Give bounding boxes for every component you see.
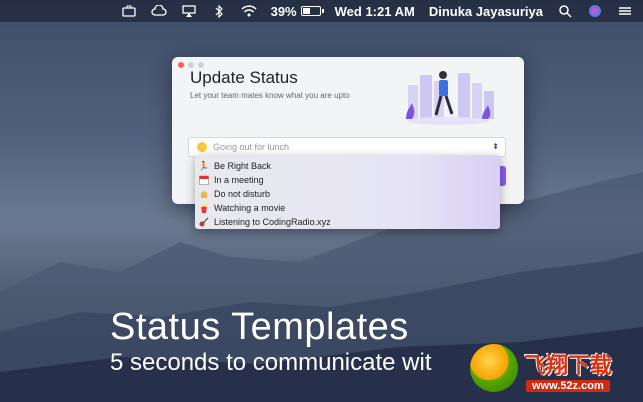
popcorn-icon (198, 203, 210, 213)
dropdown-item-in-a-meeting[interactable]: In a meeting (195, 173, 500, 187)
watermark-brand: 飞翔下载 (524, 354, 613, 379)
bluetooth-icon[interactable] (211, 4, 227, 18)
dropdown-item-label: Do not disturb (214, 189, 271, 199)
dropdown-item-do-not-disturb[interactable]: Do not disturb (195, 187, 500, 201)
select-chevron-icon: ⬍ (492, 142, 499, 151)
hero-subtitle: 5 seconds to communicate wit (110, 349, 432, 376)
airplay-icon[interactable] (181, 4, 197, 18)
briefcase-icon[interactable] (121, 4, 137, 18)
status-template-dropdown: 🏃 Be Right Back In a meeting Do not dist… (195, 155, 500, 229)
battery-indicator[interactable]: 39% (270, 3, 324, 19)
status-select-placeholder: Going out for lunch (213, 142, 290, 152)
watermark-logo-icon (470, 344, 518, 392)
window-subtitle: Let your team mates know what you are up… (190, 91, 350, 100)
status-select[interactable]: Going out for lunch ⬍ (188, 137, 506, 157)
siri-icon[interactable] (587, 4, 603, 18)
dropdown-item-label: Listening to CodingRadio.xyz (214, 217, 331, 227)
close-window-button[interactable] (178, 62, 184, 68)
city-walking-person-illustration (406, 71, 494, 125)
running-person-icon: 🏃 (198, 160, 210, 171)
menu-bar: 39% Wed 1:21 AM Dinuka Jayasuriya (0, 0, 643, 22)
control-center-icon[interactable] (617, 4, 633, 18)
battery-percent: 39% (270, 3, 297, 19)
watermark: 飞翔下载 www.52z.com (470, 344, 640, 400)
dropdown-item-label: In a meeting (214, 175, 264, 185)
menu-clock[interactable]: Wed 1:21 AM (335, 4, 415, 19)
dropdown-item-listening-to-radio[interactable]: Listening to CodingRadio.xyz (195, 215, 500, 229)
calendar-icon (198, 175, 210, 185)
dropdown-item-label: Be Right Back (214, 161, 272, 171)
window-title: Update Status (190, 68, 298, 87)
battery-icon (300, 6, 324, 16)
guitar-icon (198, 217, 210, 227)
creative-cloud-icon[interactable] (151, 4, 167, 18)
search-icon[interactable] (557, 4, 573, 18)
menu-user-name[interactable]: Dinuka Jayasuriya (429, 4, 543, 19)
watermark-url: www.52z.com (526, 380, 610, 392)
hand-icon (198, 189, 210, 199)
dropdown-item-watching-a-movie[interactable]: Watching a movie (195, 201, 500, 215)
dropdown-item-label: Watching a movie (214, 203, 286, 213)
hero-title: Status Templates (110, 306, 409, 348)
wifi-icon[interactable] (241, 4, 257, 18)
dropdown-item-be-right-back[interactable]: 🏃 Be Right Back (195, 159, 500, 173)
smiley-icon (197, 142, 207, 152)
